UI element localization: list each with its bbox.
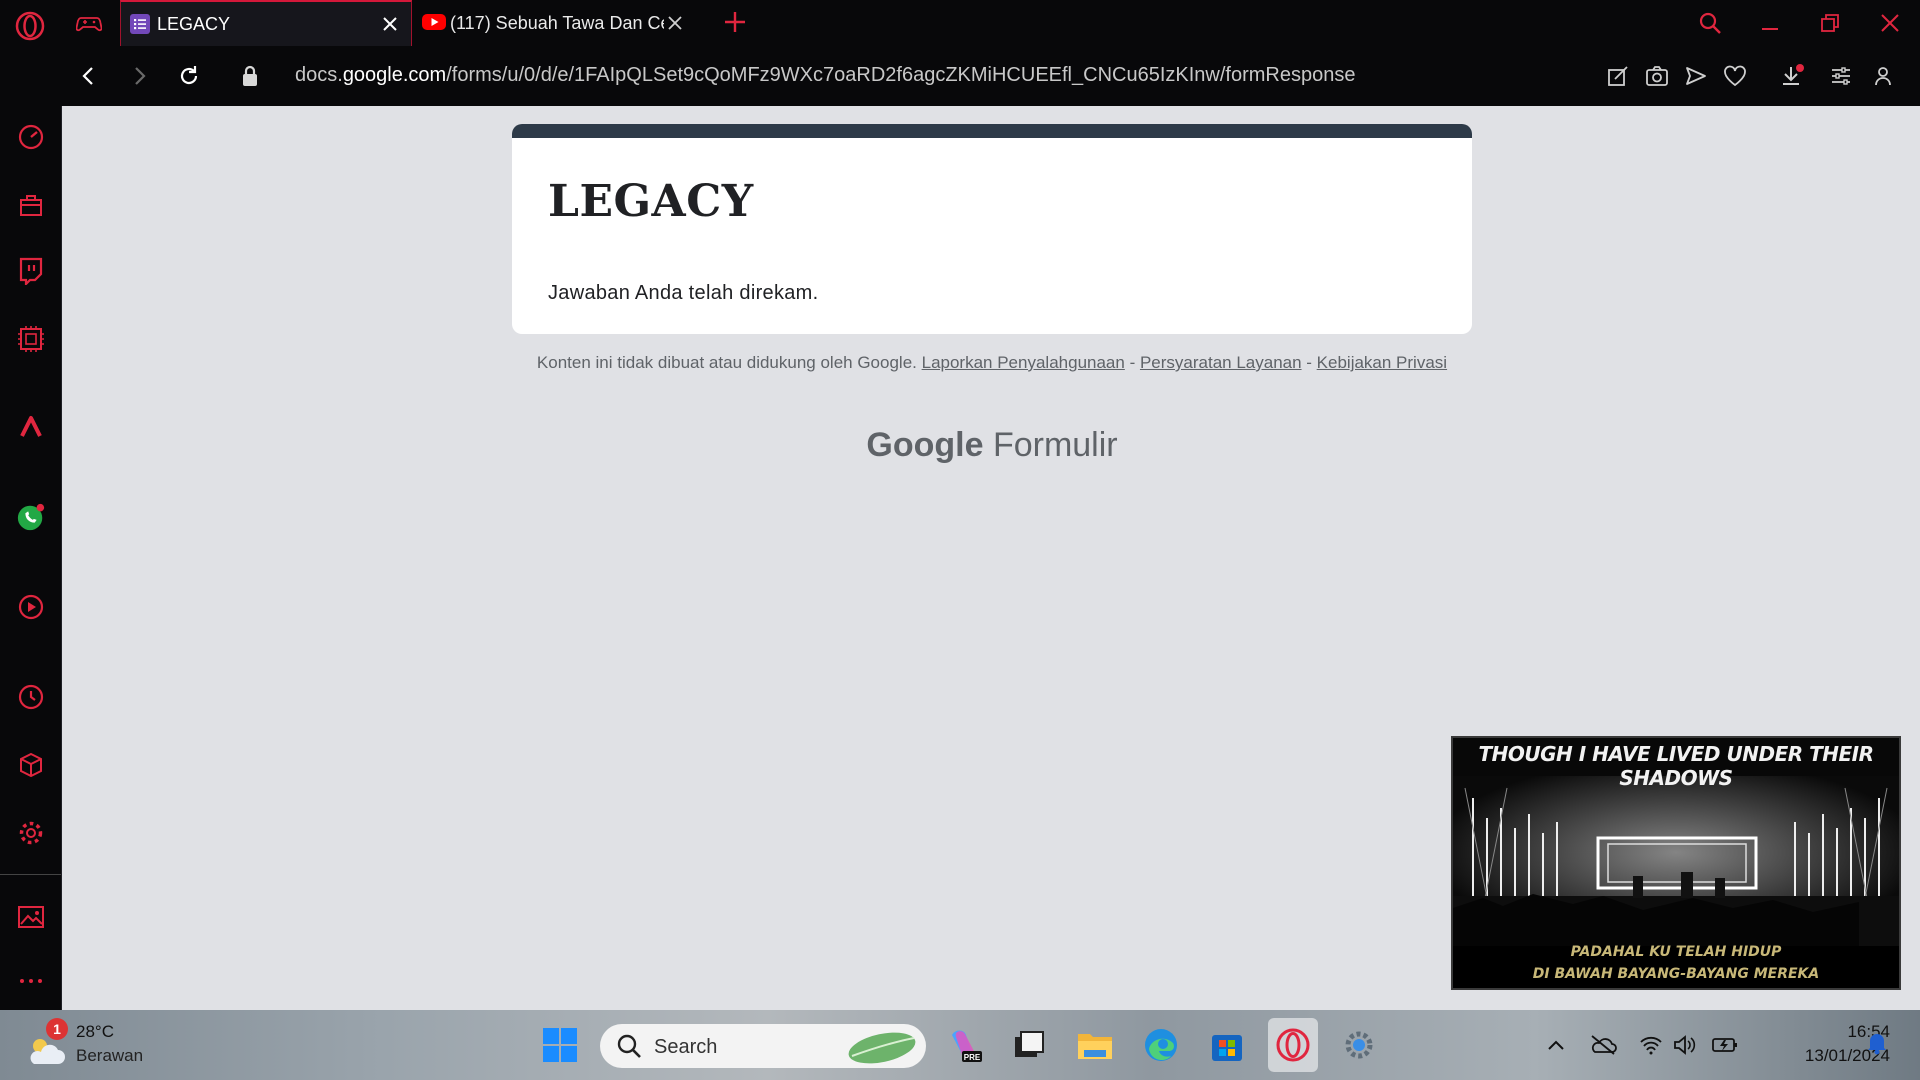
edge-browser-icon[interactable] <box>1142 1026 1180 1064</box>
wallpaper-image-icon[interactable] <box>16 902 46 932</box>
confirmation-message: Jawaban Anda telah direkam. <box>548 282 819 304</box>
volume-icon[interactable] <box>1670 1030 1700 1060</box>
video-subtitle-line-2: DI BAWAH BAYANG-BAYANG MEREKA <box>1532 966 1820 982</box>
snapshot-camera-icon[interactable] <box>1643 62 1671 90</box>
google-forms-logo[interactable]: Google Formulir <box>512 426 1472 465</box>
twitch-icon[interactable] <box>16 256 46 286</box>
video-popout[interactable]: THOUGH I HAVE LIVED UNDER THEIR SHADOWS … <box>1451 736 1901 990</box>
separator: - <box>1124 353 1140 372</box>
youtube-icon <box>422 13 446 33</box>
new-tab-plus-icon[interactable] <box>722 9 748 35</box>
separator: - <box>1301 353 1317 372</box>
search-label: Search <box>654 1036 718 1058</box>
sidebar-divider <box>0 874 61 875</box>
terms-link[interactable]: Persyaratan Layanan <box>1140 353 1302 372</box>
forward-icon[interactable] <box>125 62 153 90</box>
tab-close-icon[interactable] <box>664 12 686 34</box>
battery-charging-icon[interactable] <box>1710 1030 1740 1060</box>
speed-dial-gauge-icon[interactable] <box>16 122 46 152</box>
restore-icon[interactable] <box>1816 10 1844 36</box>
easy-setup-sliders-icon[interactable] <box>1827 62 1855 90</box>
weather-temperature[interactable]: 28°C <box>76 1022 114 1042</box>
task-view-icon[interactable] <box>1010 1026 1048 1064</box>
svg-text:PRE: PRE <box>964 1053 981 1062</box>
gx-corner-icon[interactable] <box>16 190 46 220</box>
search-highlight-leaf-icon <box>848 1032 916 1064</box>
settings-gear-icon[interactable] <box>16 818 46 848</box>
card-accent-bar <box>512 124 1472 138</box>
lock-icon[interactable] <box>236 62 264 90</box>
tab-search-icon[interactable] <box>1696 10 1724 36</box>
google-wordmark: Google <box>866 426 984 464</box>
minimize-icon[interactable] <box>1756 10 1784 36</box>
opera-gx-taskbar-icon[interactable] <box>1268 1018 1318 1072</box>
privacy-link[interactable]: Kebijakan Privasi <box>1317 353 1447 372</box>
profile-icon[interactable] <box>1869 62 1897 90</box>
settings-app-icon[interactable] <box>1340 1026 1378 1064</box>
wifi-icon[interactable] <box>1636 1030 1666 1060</box>
bookmark-heart-icon[interactable] <box>1721 62 1749 90</box>
copilot-pre-icon[interactable]: PRE <box>945 1026 983 1064</box>
form-title: LEGACY <box>548 176 754 227</box>
tab-youtube[interactable]: (117) Sebuah Tawa Dan Cer <box>414 0 696 46</box>
onedrive-offline-icon[interactable] <box>1588 1030 1618 1060</box>
tab-title: LEGACY <box>157 13 231 34</box>
ram-limiter-chip-icon[interactable] <box>16 324 46 354</box>
opera-gx-logo-icon[interactable] <box>12 8 48 44</box>
history-clock-icon[interactable] <box>16 682 46 712</box>
aria-icon[interactable] <box>16 412 46 442</box>
google-forms-icon <box>129 14 151 34</box>
windows-taskbar: 1 28°C Berawan Search PRE 16:54 13/01/20… <box>0 1010 1920 1080</box>
disclaimer-text: Konten ini tidak dibuat atau didukung ol… <box>536 353 917 372</box>
reload-icon[interactable] <box>175 62 203 90</box>
file-explorer-icon[interactable] <box>1076 1026 1114 1064</box>
sidebar <box>0 46 62 1010</box>
forms-wordmark: Formulir <box>992 426 1118 464</box>
tab-close-icon[interactable] <box>379 13 401 35</box>
windows-start-icon[interactable] <box>541 1026 579 1064</box>
close-window-icon[interactable] <box>1876 10 1904 36</box>
weather-alert-badge: 1 <box>46 1018 68 1040</box>
footer-disclaimer: Konten ini tidak dibuat atau didukung ol… <box>512 352 1472 374</box>
send-flow-icon[interactable] <box>1682 62 1710 90</box>
form-response-card: LEGACY Jawaban Anda telah direkam. <box>512 124 1472 334</box>
url-path: /forms/u/0/d/e/1FAIpQLSet9cQoMFz9WXc7oaR… <box>446 64 1356 86</box>
extensions-cube-icon[interactable] <box>16 750 46 780</box>
downloads-icon[interactable] <box>1779 62 1807 90</box>
search-icon <box>617 1034 641 1058</box>
show-hidden-icons-chevron-icon[interactable] <box>1541 1030 1571 1060</box>
easy-setup-icon[interactable] <box>1604 62 1632 90</box>
tab-legacy[interactable]: LEGACY <box>120 0 412 46</box>
url-host-prefix: docs. <box>295 64 343 86</box>
microsoft-store-icon[interactable] <box>1208 1026 1246 1064</box>
weather-condition[interactable]: Berawan <box>76 1046 143 1066</box>
tab-strip: LEGACY (117) Sebuah Tawa Dan Cer <box>0 0 1920 46</box>
video-caption-top: THOUGH I HAVE LIVED UNDER THEIR SHADOWS <box>1478 742 1875 790</box>
whatsapp-icon[interactable] <box>16 502 46 532</box>
more-options-icon[interactable] <box>16 966 46 996</box>
address-bar-row: docs.google.com/forms/u/0/d/e/1FAIpQLSet… <box>61 46 1920 106</box>
report-abuse-link[interactable]: Laporkan Penyalahgunaan <box>922 353 1125 372</box>
url-field[interactable]: docs.google.com/forms/u/0/d/e/1FAIpQLSet… <box>295 64 1355 87</box>
back-icon[interactable] <box>75 62 103 90</box>
url-host: google.com <box>342 64 447 86</box>
notification-bell-icon[interactable] <box>1862 1028 1892 1058</box>
taskbar-search-box[interactable]: Search <box>600 1024 926 1068</box>
player-play-icon[interactable] <box>16 592 46 622</box>
weather-cloud-icon[interactable] <box>26 1036 66 1066</box>
gx-control-gamepad-icon[interactable] <box>75 11 103 35</box>
video-subtitle-line-1: PADAHAL KU TELAH HIDUP <box>1570 944 1782 960</box>
tab-title: (117) Sebuah Tawa Dan Cer <box>450 12 664 33</box>
